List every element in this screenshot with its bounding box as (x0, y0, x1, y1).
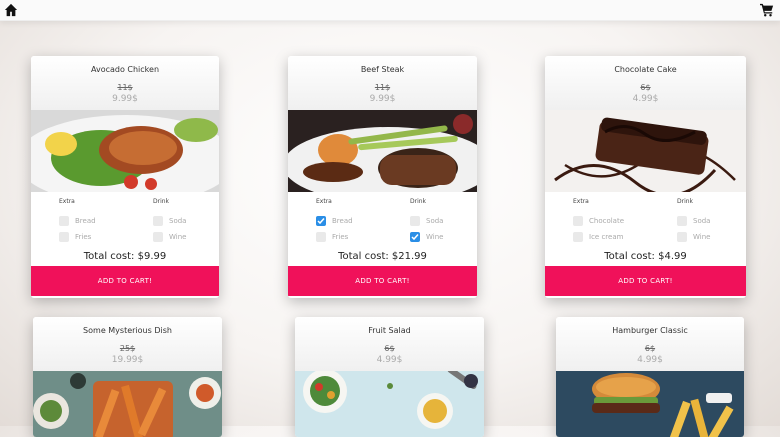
total-cost: Total cost: $4.99 (604, 251, 687, 262)
drink-options: Drink Soda Wine (153, 198, 186, 245)
home-icon[interactable] (4, 3, 18, 17)
checkbox[interactable] (316, 232, 326, 242)
option-wine[interactable]: Wine (410, 229, 443, 245)
product-price: 9.99$ (112, 94, 138, 104)
option-bread[interactable]: Bread (316, 213, 353, 229)
product-card-chocolate-cake: Chocolate Cake 6$ 4.99$ Extra Chocolate … (545, 56, 746, 298)
option-label: Bread (332, 217, 353, 225)
product-price: 4.99$ (637, 355, 663, 365)
option-label: Wine (169, 233, 187, 241)
checkbox[interactable] (677, 216, 687, 226)
options-panel: Extra Chocolate Ice cream Drink Soda Win… (545, 192, 746, 266)
product-price: 9.99$ (369, 94, 396, 104)
product-title: Some Mysterious Dish (83, 326, 172, 335)
option-label: Wine (426, 233, 444, 241)
option-label: Fries (75, 233, 92, 241)
checkbox[interactable] (59, 216, 69, 226)
option-fries[interactable]: Fries (59, 229, 96, 245)
product-price: 19.99$ (111, 355, 144, 365)
drink-heading: Drink (153, 198, 170, 205)
old-price: 11$ (374, 83, 391, 92)
card-header: Hamburger Classic 6$ 4.99$ (556, 317, 744, 371)
option-soda[interactable]: Soda (410, 213, 443, 229)
option-chocolate[interactable]: Chocolate (573, 213, 624, 229)
checkbox[interactable] (677, 232, 687, 242)
option-bread[interactable]: Bread (59, 213, 96, 229)
option-wine[interactable]: Wine (677, 229, 710, 245)
checkbox[interactable] (410, 216, 420, 226)
product-card-mysterious-dish: Some Mysterious Dish 25$ 19.99$ (33, 317, 222, 437)
product-photo (556, 371, 744, 437)
card-header: Beef Steak 11$ 9.99$ (288, 56, 477, 110)
drink-heading: Drink (677, 198, 694, 205)
card-header: Some Mysterious Dish 25$ 19.99$ (33, 317, 222, 371)
product-card-hamburger-classic: Hamburger Classic 6$ 4.99$ (556, 317, 744, 437)
product-title: Avocado Chicken (90, 65, 160, 74)
card-header: Avocado Chicken 11$ 9.99$ (31, 56, 219, 110)
option-label: Fries (332, 233, 349, 241)
extra-options: Extra Chocolate Ice cream (573, 198, 624, 245)
product-price: 4.99$ (632, 94, 659, 104)
checkbox[interactable] (59, 232, 69, 242)
old-price: 6$ (644, 344, 656, 353)
product-card-fruit-salad: Fruit Salad 6$ 4.99$ (295, 317, 484, 437)
add-to-cart-button[interactable]: ADD TO CART! (545, 266, 746, 296)
add-to-cart-button[interactable]: ADD TO CART! (288, 266, 477, 296)
card-header: Fruit Salad 6$ 4.99$ (295, 317, 484, 371)
extra-heading: Extra (316, 198, 332, 205)
options-panel: Extra Bread Fries Drink Soda Wine Total … (288, 192, 477, 266)
option-wine[interactable]: Wine (153, 229, 186, 245)
check-icon (411, 234, 419, 241)
product-photo (545, 110, 746, 192)
product-title: Hamburger Classic (612, 326, 688, 335)
drink-heading: Drink (410, 198, 427, 205)
old-price: 25$ (119, 344, 136, 353)
product-title: Chocolate Cake (614, 65, 677, 74)
drink-options: Drink Soda Wine (410, 198, 443, 245)
product-photo (295, 371, 484, 437)
extra-heading: Extra (573, 198, 589, 205)
option-label: Bread (75, 217, 96, 225)
option-label: Ice cream (589, 233, 624, 241)
total-cost: Total cost: $9.99 (83, 251, 167, 262)
option-label: Wine (693, 233, 711, 241)
option-label: Soda (693, 217, 711, 225)
options-panel: Extra Bread Fries Drink Soda Wine Total … (31, 192, 219, 266)
option-label: Chocolate (589, 217, 625, 225)
product-title: Fruit Salad (368, 326, 411, 335)
check-icon (317, 218, 325, 225)
top-nav-bar (0, 0, 780, 21)
product-photo (33, 371, 222, 437)
option-ice-cream[interactable]: Ice cream (573, 229, 624, 245)
old-price: 11$ (117, 83, 133, 92)
extra-options: Extra Bread Fries (316, 198, 353, 245)
checkbox-checked[interactable] (316, 216, 326, 226)
checkbox[interactable] (573, 216, 583, 226)
product-card-beef-steak: Beef Steak 11$ 9.99$ Extra Bread Fries D… (288, 56, 477, 298)
card-header: Chocolate Cake 6$ 4.99$ (545, 56, 746, 110)
product-card-avocado-chicken: Avocado Chicken 11$ 9.99$ Extra Bread Fr… (31, 56, 219, 298)
option-fries[interactable]: Fries (316, 229, 353, 245)
old-price: 6$ (640, 83, 651, 92)
drink-options: Drink Soda Wine (677, 198, 710, 245)
extra-options: Extra Bread Fries (59, 198, 96, 245)
cart-icon[interactable] (760, 3, 774, 17)
extra-heading: Extra (59, 198, 75, 205)
product-photo (288, 110, 477, 192)
option-soda[interactable]: Soda (677, 213, 710, 229)
old-price: 6$ (384, 344, 395, 353)
add-to-cart-button[interactable]: ADD TO CART! (31, 266, 219, 296)
option-label: Soda (426, 217, 444, 225)
checkbox[interactable] (573, 232, 583, 242)
checkbox[interactable] (153, 232, 163, 242)
option-label: Soda (169, 217, 187, 225)
product-photo (31, 110, 219, 192)
checkbox[interactable] (153, 216, 163, 226)
option-soda[interactable]: Soda (153, 213, 186, 229)
product-price: 4.99$ (376, 355, 403, 365)
product-title: Beef Steak (360, 65, 405, 74)
total-cost: Total cost: $21.99 (338, 251, 427, 262)
checkbox-checked[interactable] (410, 232, 420, 242)
